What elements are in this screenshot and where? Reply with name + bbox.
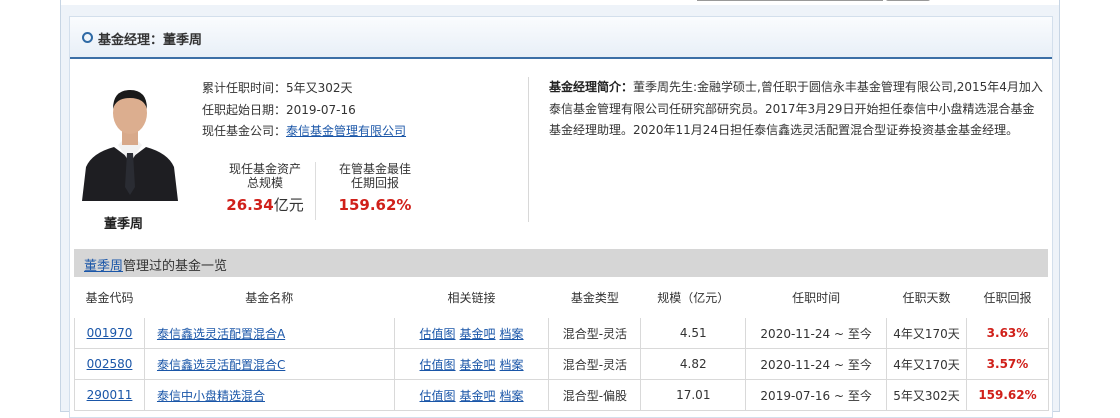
assets-value: 26.34 — [226, 196, 274, 214]
tenure-period: 2020-11-24 ~ 至今 — [745, 317, 888, 349]
header-days[interactable]: 任职天数 — [886, 277, 967, 318]
valuation-chart-link[interactable]: 估值图 — [420, 389, 456, 403]
start-date-label: 任职起始日期： — [202, 102, 287, 117]
fund-type: 混合型-灵活 — [548, 317, 642, 349]
fund-profile-link[interactable]: 档案 — [500, 358, 524, 372]
header-links: 相关链接 — [394, 277, 549, 318]
fund-forum-link[interactable]: 基金吧 — [460, 389, 496, 403]
manager-intro: 基金经理简介：董季周先生:金融学硕士,曾任职于圆信永丰基金管理有限公司,2015… — [549, 77, 1043, 142]
fund-name-link[interactable]: 泰信鑫选灵活配置混合A — [157, 327, 285, 341]
tenure-days: 5年又302天 — [886, 379, 967, 411]
tenure-return: 3.57% — [965, 348, 1050, 380]
circle-bullet-icon — [82, 32, 93, 43]
tenure-label: 累计任职时间： — [202, 81, 287, 95]
assets-label-2: 总规模 — [246, 176, 283, 190]
manager-info: 累计任职时间：5年又302天 任职起始日期：2019-07-16 现任基金公司：… — [202, 78, 406, 143]
tenure-value: 5年又302天 — [286, 81, 353, 95]
company-link[interactable]: 泰信基金管理有限公司 — [286, 124, 406, 138]
fund-profile-link[interactable]: 档案 — [500, 327, 524, 341]
fund-forum-link[interactable]: 基金吧 — [460, 327, 496, 341]
manager-name-link[interactable]: 董季周 — [84, 259, 123, 274]
section-title: 管理过的基金一览 — [123, 259, 228, 274]
fund-code-link[interactable]: 002580 — [87, 357, 133, 371]
assets-stat: 现任基金资产 总规模 26.34亿元 — [215, 162, 315, 214]
fund-forum-link[interactable]: 基金吧 — [460, 358, 496, 372]
intro-label: 基金经理简介： — [549, 80, 634, 94]
vertical-divider — [528, 77, 529, 222]
valuation-chart-link[interactable]: 估值图 — [420, 358, 456, 372]
fund-size: 4.82 — [640, 348, 747, 380]
return-label-1: 在管基金最佳 — [338, 162, 411, 176]
fund-profile-link[interactable]: 档案 — [500, 389, 524, 403]
assets-unit: 亿元 — [273, 196, 304, 214]
fund-size: 4.51 — [640, 317, 747, 349]
header-size[interactable]: 规模（亿元） — [640, 277, 746, 318]
return-value: 159.62% — [338, 196, 412, 214]
header-period[interactable]: 任职时间 — [745, 277, 887, 318]
tenure-period: 2020-11-24 ~ 至今 — [745, 348, 888, 380]
table-header-row: 基金代码 基金名称 相关链接 基金类型 规模（亿元） 任职时间 任职天数 任职回… — [74, 277, 1049, 318]
table-row: 290011 泰信中小盘精选混合 估值图 基金吧 档案 混合型-偏股 17.01 2… — [74, 379, 1050, 411]
tenure-period: 2019-07-16 ~ 至今 — [745, 379, 888, 411]
fund-name-link[interactable]: 泰信中小盘精选混合 — [157, 389, 265, 403]
fund-size: 17.01 — [640, 379, 747, 411]
search-input[interactable] — [697, 0, 883, 1]
header-type[interactable]: 基金类型 — [548, 277, 641, 318]
tenure-days: 4年又170天 — [886, 348, 967, 380]
manager-photo — [78, 83, 182, 201]
fund-name-link[interactable]: 泰信鑫选灵活配置混合C — [157, 358, 285, 372]
best-return-stat: 在管基金最佳 任期回报 159.62% — [320, 162, 430, 214]
table-row: 001970 泰信鑫选灵活配置混合A 估值图 基金吧 档案 混合型-灵活 4.51 … — [74, 317, 1050, 349]
search-button[interactable] — [886, 0, 930, 1]
tenure-days: 4年又170天 — [886, 317, 967, 349]
start-date-value: 2019-07-16 — [286, 102, 356, 117]
panel-header: 基金经理：董季周 — [70, 17, 1052, 59]
panel-title: 基金经理：董季周 — [98, 33, 203, 48]
stat-divider — [315, 162, 316, 220]
funds-section-header: 董季周管理过的基金一览 — [74, 249, 1048, 277]
header-code[interactable]: 基金代码 — [74, 277, 145, 318]
company-label: 现任基金公司： — [202, 124, 287, 138]
return-label-2: 任期回报 — [350, 176, 399, 190]
valuation-chart-link[interactable]: 估值图 — [420, 327, 456, 341]
table-row: 002580 泰信鑫选灵活配置混合C 估值图 基金吧 档案 混合型-灵活 4.82 … — [74, 348, 1050, 380]
page-container: 基金经理：董季周 董季周 累计任职时间：5年又302天 任职起始日期：2019-… — [60, 0, 1060, 418]
manager-panel: 基金经理：董季周 董季周 累计任职时间：5年又302天 任职起始日期：2019-… — [69, 16, 1053, 418]
fund-code-link[interactable]: 001970 — [87, 326, 133, 340]
manager-name: 董季周 — [104, 217, 144, 232]
tenure-return: 3.63% — [965, 317, 1050, 349]
header-return[interactable]: 任职回报 — [966, 277, 1049, 318]
funds-table: 基金代码 基金名称 相关链接 基金类型 规模（亿元） 任职时间 任职天数 任职回… — [74, 277, 1050, 411]
tenure-return: 159.62% — [965, 379, 1050, 411]
fund-type: 混合型-灵活 — [548, 348, 642, 380]
assets-label-1: 现任基金资产 — [228, 162, 301, 176]
header-name[interactable]: 基金名称 — [144, 277, 395, 318]
fund-type: 混合型-偏股 — [548, 379, 642, 411]
